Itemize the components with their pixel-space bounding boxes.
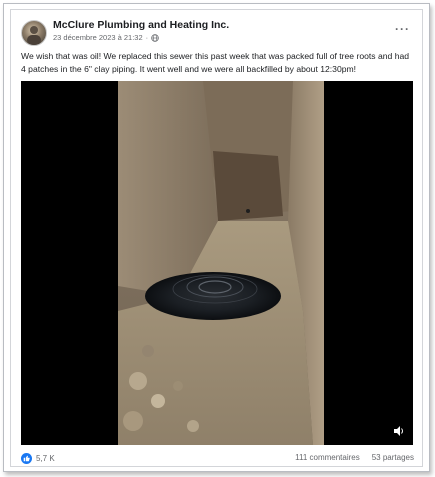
meta-separator: · — [145, 33, 149, 42]
post-meta: 23 décembre 2023 à 21:32 · — [53, 33, 159, 42]
page-name-link[interactable]: McClure Plumbing and Heating Inc. — [53, 19, 229, 31]
facebook-post-card: McClure Plumbing and Heating Inc. 23 déc… — [10, 9, 423, 467]
like-icon — [21, 453, 32, 464]
video-frame-trench — [118, 81, 324, 445]
post-timestamp[interactable]: 23 décembre 2023 à 21:32 — [53, 33, 143, 42]
speaker-icon[interactable] — [393, 425, 405, 437]
page-avatar[interactable] — [21, 20, 47, 46]
post-video[interactable] — [21, 81, 413, 445]
more-options-button[interactable]: ··· — [395, 22, 410, 36]
shares-count-link[interactable]: 53 partages — [372, 453, 414, 462]
post-screenshot-frame: McClure Plumbing and Heating Inc. 23 déc… — [3, 3, 430, 472]
engagement-stats: 111 commentaires 53 partages — [295, 453, 414, 462]
globe-icon — [151, 33, 159, 42]
reaction-count: 5,7 K — [36, 454, 55, 463]
reaction-summary[interactable]: 5,7 K — [21, 453, 55, 464]
comments-count-link[interactable]: 111 commentaires — [295, 453, 360, 462]
post-footer: 5,7 K 111 commentaires 53 partages — [21, 453, 414, 467]
post-body-text: We wish that was oil! We replaced this s… — [21, 51, 410, 74]
